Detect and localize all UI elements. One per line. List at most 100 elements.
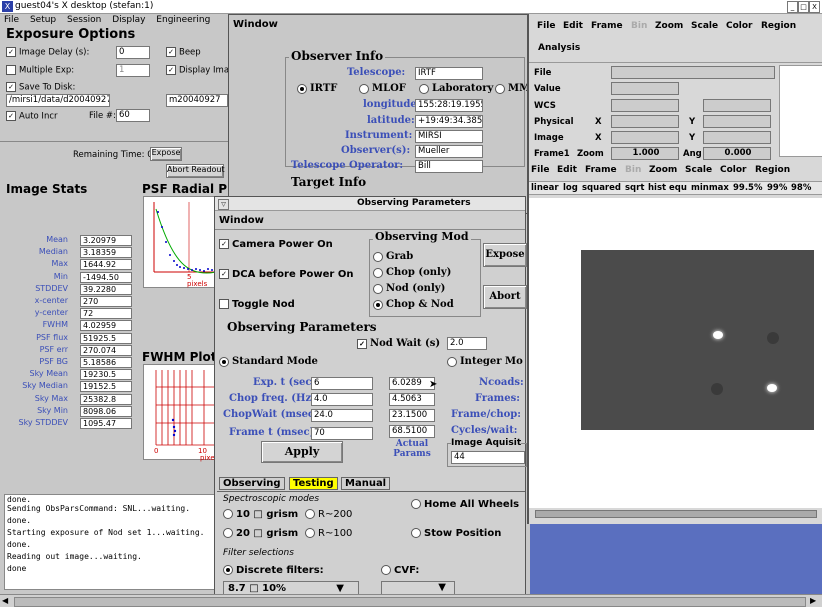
data-path-field[interactable]: /mirsi1/data/d20040927 [6, 94, 110, 107]
multiple-exp-field[interactable]: 1 [116, 64, 150, 77]
stow-position-option[interactable]: Stow Position [411, 528, 501, 539]
ds9-scale-99-[interactable]: 99% [767, 183, 787, 193]
cvf-option[interactable]: CVF: [381, 565, 419, 576]
beep-option[interactable]: ✓ Beep [166, 47, 201, 58]
ds9-button-region[interactable]: Region [755, 165, 790, 175]
scroll-right-icon[interactable]: ▶ [810, 596, 816, 605]
observers-field[interactable]: Mueller [415, 145, 483, 158]
nod-wait-option[interactable]: ✓ Nod Wait (s) [357, 338, 440, 349]
ds9-scale-linear[interactable]: linear [531, 183, 559, 193]
ds9-button-color[interactable]: Color [720, 165, 747, 175]
instrument-field[interactable]: MIRSI [415, 130, 483, 143]
ds9-button-frame[interactable]: Frame [585, 165, 617, 175]
spectro-r100[interactable]: R~100 [305, 528, 352, 539]
ds9-scale-squared[interactable]: squared [582, 183, 621, 193]
ds9-button-edit[interactable]: Edit [557, 165, 577, 175]
abort-readout-button[interactable]: Abort Readout [166, 164, 225, 178]
ds9-menu-edit[interactable]: Edit [563, 21, 583, 31]
ds9-menu-color[interactable]: Color [726, 21, 753, 31]
menu-setup[interactable]: Setup [30, 15, 56, 25]
mode-chop-nod[interactable]: Chop & Nod [373, 299, 454, 310]
apply-button[interactable]: Apply [261, 441, 343, 463]
spectro-20-grism[interactable]: 20 □ grism [223, 528, 298, 539]
ds9-scale-log[interactable]: log [563, 183, 578, 193]
ds9-menu-bin[interactable]: Bin [631, 21, 647, 31]
ds9-image-canvas[interactable] [529, 198, 822, 508]
scroll-left-icon[interactable]: ◀ [2, 596, 8, 605]
auto-incr-option[interactable]: ✓ Auto Incr [6, 111, 58, 122]
ds9-menu-zoom[interactable]: Zoom [655, 21, 683, 31]
image-delay-checkbox[interactable]: ✓ [6, 47, 16, 57]
standard-mode-option[interactable]: Standard Mode [219, 356, 318, 367]
telescope-field[interactable]: IRTF [415, 67, 483, 80]
expose-button[interactable]: Expose [483, 243, 527, 267]
menu-display[interactable]: Display [112, 15, 145, 25]
menu-file[interactable]: File [4, 15, 19, 25]
mode-nod-only[interactable]: Nod (only) [373, 283, 445, 294]
latitude-field[interactable]: +19:49:34.38594 [415, 115, 483, 128]
ds9-analysis-menu[interactable]: Analysis [538, 43, 580, 53]
dca-before-power-option[interactable]: ✓ DCA before Power On [219, 269, 353, 280]
ds9-menu-frame[interactable]: Frame [591, 21, 623, 31]
home-all-wheels-option[interactable]: Home All Wheels [411, 499, 519, 510]
mode-chop-only[interactable]: Chop (only) [373, 267, 451, 278]
spectro-10-grism[interactable]: 10 □ grism [223, 509, 298, 520]
ds9-button-zoom[interactable]: Zoom [649, 165, 677, 175]
spectro-r200[interactable]: R~200 [305, 509, 352, 520]
window-menu-icon[interactable]: ▽ [218, 199, 229, 210]
nod-wait-field[interactable]: 2.0 [447, 337, 487, 350]
frame-time-field[interactable]: 70 [311, 427, 373, 440]
menu-engineering[interactable]: Engineering [156, 15, 210, 25]
save-to-disk-option[interactable]: ✓ Save To Disk: [6, 82, 75, 93]
log-console[interactable]: done. Sending ObsParsCommand: SNL...waiti… [4, 494, 226, 590]
ds9-menu-file[interactable]: File [537, 21, 555, 31]
longitude-field[interactable]: 155:28:19.19554 [415, 99, 483, 112]
minimize-icon[interactable]: _ [787, 1, 798, 13]
toggle-nod-option[interactable]: Toggle Nod [219, 299, 295, 310]
close-icon[interactable]: X [809, 1, 820, 13]
image-delay-field[interactable]: 0 [116, 46, 150, 59]
site-irtf[interactable]: IRTF [297, 83, 337, 94]
ds9-button-file[interactable]: File [531, 165, 549, 175]
expose-button-main[interactable]: Expose [150, 147, 182, 161]
ds9-button-bin[interactable]: Bin [625, 165, 641, 175]
site-mlof[interactable]: MLOF [359, 83, 406, 94]
chopwait-field[interactable]: 24.0 [311, 409, 373, 422]
site-laboratory[interactable]: Laboratory [419, 83, 493, 94]
file-num-field[interactable]: 60 [116, 109, 150, 122]
chop-freq-field[interactable]: 4.0 [311, 393, 373, 406]
discrete-filter-select[interactable]: 8.7 □ 10% ▼ [223, 581, 359, 595]
maximize-icon[interactable]: □ [798, 1, 809, 13]
ds9-scale-99-5-[interactable]: 99.5% [733, 183, 763, 193]
file-prefix-field[interactable]: m20040927 [166, 94, 228, 107]
tab-observing[interactable]: Observing [219, 477, 285, 490]
abort-button[interactable]: Abort [483, 285, 527, 309]
exp-time-field[interactable]: 6 [311, 377, 373, 390]
ds9-scale-minmax[interactable]: minmax [691, 183, 729, 193]
integer-mode-option[interactable]: Integer Mo [447, 356, 523, 367]
ds9-scrollbar[interactable] [535, 510, 817, 518]
tab-manual[interactable]: Manual [341, 477, 391, 490]
discrete-filters-option[interactable]: Discrete filters: [223, 565, 324, 576]
camera-power-option[interactable]: ✓ Camera Power On [219, 239, 333, 250]
ds9-scale-sqrt[interactable]: sqrt [625, 183, 644, 193]
multiple-exp-option[interactable]: Multiple Exp: [6, 65, 74, 76]
cvf-select[interactable]: ▼ [381, 581, 455, 595]
ds9-menu-region[interactable]: Region [761, 21, 796, 31]
stat-value: 3.20979 [80, 235, 132, 246]
image-stats-table: Mean 3.20979 Median 3.18359 Max 1644.92 Min -14… [0, 235, 140, 465]
ds9-button-scale[interactable]: Scale [685, 165, 712, 175]
image-stats-title: Image Stats [6, 182, 88, 196]
desktop-hscrollbar[interactable]: ◀ ▶ [0, 594, 822, 607]
ds9-image-x: X [595, 133, 602, 143]
tab-testing[interactable]: Testing [289, 477, 338, 490]
ds9-menu-scale[interactable]: Scale [691, 21, 718, 31]
ds9-scale-hist-equ[interactable]: hist equ [648, 183, 687, 193]
ds9-scale-98-[interactable]: 98% [791, 183, 811, 193]
menu-session[interactable]: Session [67, 15, 101, 25]
operator-field[interactable]: Bill [415, 160, 483, 173]
site-mm[interactable]: MM [495, 83, 530, 94]
x-logo-icon[interactable]: X [2, 1, 13, 12]
mode-grab[interactable]: Grab [373, 251, 413, 262]
scroll-thumb[interactable] [14, 597, 806, 607]
